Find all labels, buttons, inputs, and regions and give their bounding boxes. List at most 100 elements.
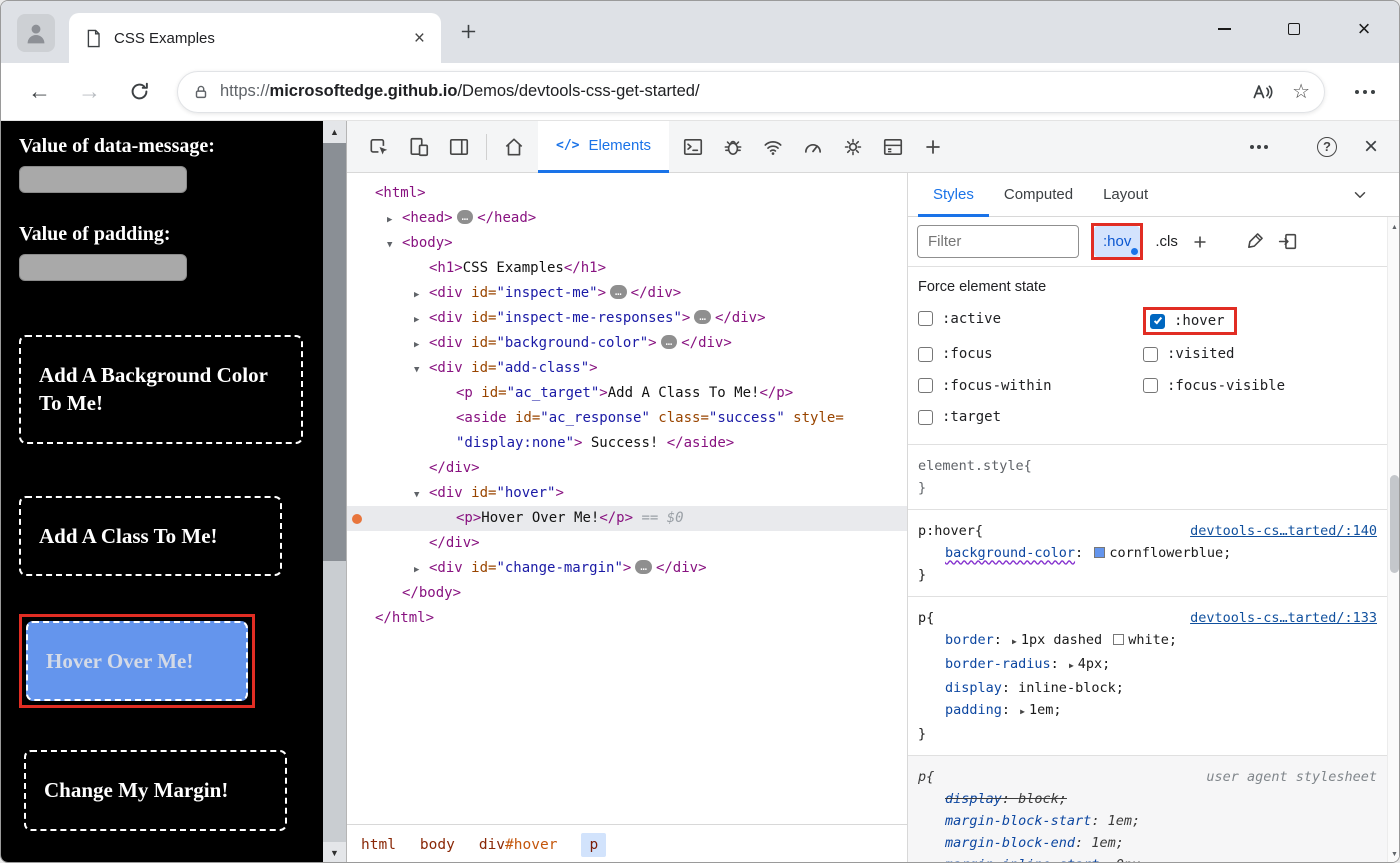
- open-styles-editor-button[interactable]: [1277, 231, 1298, 252]
- settings-button[interactable]: [833, 128, 873, 166]
- color-swatch[interactable]: [1113, 634, 1124, 645]
- inline-expand-button[interactable]: …: [457, 210, 474, 224]
- rendering-button[interactable]: [1244, 231, 1265, 252]
- expand-shorthand-icon[interactable]: ▶: [1069, 661, 1074, 670]
- console-button[interactable]: [673, 128, 713, 166]
- back-button[interactable]: ←: [28, 78, 51, 105]
- scroll-down-icon[interactable]: ▼: [323, 842, 346, 863]
- page-scrollbar[interactable]: ▲ ▼: [323, 121, 346, 863]
- scrollbar-thumb[interactable]: [1390, 475, 1399, 573]
- color-swatch[interactable]: [1094, 547, 1105, 558]
- property-value[interactable]: 1em;: [1108, 813, 1141, 829]
- expand-arrow-icon[interactable]: ▼: [414, 358, 429, 383]
- element-classes-button[interactable]: .cls: [1155, 233, 1178, 250]
- checkbox-focus-within[interactable]: [918, 378, 933, 393]
- lock-icon[interactable]: [192, 83, 210, 101]
- url-bar[interactable]: https://microsoftedge.github.io/Demos/de…: [177, 71, 1325, 113]
- rule-selector[interactable]: p: [918, 607, 926, 629]
- minimize-button[interactable]: [1189, 1, 1259, 57]
- dom-tree-node[interactable]: ▶<div id="background-color">…</div>: [347, 331, 907, 356]
- checkbox-focus[interactable]: [918, 347, 933, 362]
- scroll-up-icon[interactable]: ▲: [323, 121, 346, 143]
- network-button[interactable]: [753, 128, 793, 166]
- breadcrumb-item[interactable]: div#hover: [479, 837, 558, 853]
- new-style-rule-button[interactable]: [1190, 232, 1210, 252]
- dock-side-button[interactable]: [439, 128, 479, 166]
- hover-button[interactable]: Hover Over Me!: [26, 621, 248, 701]
- property-name[interactable]: background-color: [945, 545, 1075, 561]
- collapse-arrow-icon[interactable]: ▶: [414, 333, 429, 358]
- inspect-button[interactable]: [359, 128, 399, 166]
- browser-tab[interactable]: CSS Examples ×: [69, 13, 441, 63]
- expand-arrow-icon[interactable]: ▼: [414, 483, 429, 508]
- stylesheet-link[interactable]: devtools-cs…tarted/:140: [1182, 520, 1377, 542]
- new-tab-button[interactable]: [459, 22, 478, 41]
- property-value[interactable]: inline-block;: [1018, 680, 1124, 696]
- dom-tree-node[interactable]: ▶<head>…</head>: [347, 206, 907, 231]
- devtools-menu-button[interactable]: [1239, 128, 1279, 166]
- tab-elements[interactable]: </> Elements: [538, 121, 669, 173]
- property-name[interactable]: display: [945, 680, 1002, 696]
- property-value[interactable]: 4px;: [1078, 656, 1111, 672]
- checkbox-visited[interactable]: [1143, 347, 1158, 362]
- rule-selector[interactable]: p:hover: [918, 520, 975, 542]
- close-window-button[interactable]: ×: [1329, 1, 1399, 57]
- tab-computed[interactable]: Computed: [989, 173, 1088, 217]
- dom-tree-node[interactable]: <html>: [347, 181, 907, 206]
- property-value[interactable]: white;: [1128, 632, 1177, 648]
- property-name[interactable]: display: [945, 791, 1002, 807]
- rule-selector[interactable]: p: [918, 766, 926, 788]
- dom-tree-node[interactable]: </div>: [347, 531, 907, 556]
- debugger-button[interactable]: [713, 128, 753, 166]
- dom-tree-node[interactable]: ▼<div id="hover">: [347, 481, 907, 506]
- dom-tree-node[interactable]: ▶<div id="inspect-me">…</div>: [347, 281, 907, 306]
- css-property[interactable]: display: block;: [918, 788, 1377, 810]
- change-margin-button[interactable]: Change My Margin!: [24, 750, 287, 830]
- inline-expand-button[interactable]: …: [635, 560, 652, 574]
- property-value[interactable]: cornflowerblue;: [1109, 545, 1231, 561]
- tab-styles[interactable]: Styles: [918, 173, 989, 217]
- expand-arrow-icon[interactable]: ▼: [387, 233, 402, 258]
- performance-button[interactable]: [793, 128, 833, 166]
- browser-menu-button[interactable]: [1355, 90, 1375, 94]
- tab-close-icon[interactable]: ×: [414, 29, 425, 48]
- dom-tree-node[interactable]: <h1>CSS Examples</h1>: [347, 256, 907, 281]
- css-property[interactable]: background-color: cornflowerblue;: [918, 542, 1377, 564]
- scrollbar-thumb[interactable]: [323, 143, 346, 561]
- close-devtools-button[interactable]: ×: [1351, 128, 1391, 166]
- dom-tree-node[interactable]: </body>: [347, 581, 907, 606]
- tab-layout[interactable]: Layout: [1088, 173, 1163, 217]
- scroll-down-icon[interactable]: ▼: [1388, 846, 1400, 862]
- chevron-down-icon[interactable]: [1351, 186, 1369, 204]
- application-button[interactable]: [873, 128, 913, 166]
- expand-shorthand-icon[interactable]: ▶: [1012, 637, 1017, 646]
- property-value[interactable]: 1em;: [1091, 835, 1124, 851]
- help-button[interactable]: ?: [1307, 128, 1347, 166]
- css-property[interactable]: border: ▶1px dashed white;: [918, 629, 1377, 653]
- css-property[interactable]: margin-inline-start: 0px;: [918, 854, 1377, 863]
- checkbox-hover[interactable]: [1150, 314, 1165, 329]
- dom-tree-node[interactable]: <aside id="ac_response" class="success" …: [347, 406, 907, 431]
- styles-scrollbar[interactable]: ▲ ▼: [1387, 217, 1400, 863]
- device-emulation-button[interactable]: [399, 128, 439, 166]
- property-name[interactable]: border-radius: [945, 656, 1051, 672]
- inline-expand-button[interactable]: …: [610, 285, 627, 299]
- home-button[interactable]: [494, 128, 534, 166]
- css-property[interactable]: padding: ▶1em;: [918, 699, 1377, 723]
- stylesheet-link[interactable]: devtools-cs…tarted/:133: [1182, 607, 1377, 629]
- checkbox-target[interactable]: [918, 410, 933, 425]
- inline-expand-button[interactable]: …: [694, 310, 711, 324]
- dom-tree-node[interactable]: <p id="ac_target">Add A Class To Me!</p>: [347, 381, 907, 406]
- inline-expand-button[interactable]: …: [661, 335, 678, 349]
- collapse-arrow-icon[interactable]: ▶: [414, 308, 429, 333]
- padding-input[interactable]: [19, 254, 187, 281]
- breadcrumb-item[interactable]: html: [361, 837, 396, 853]
- css-property[interactable]: margin-block-end: 1em;: [918, 832, 1377, 854]
- checkbox-focus-visible[interactable]: [1143, 378, 1158, 393]
- property-name[interactable]: margin-block-start: [945, 813, 1091, 829]
- property-name[interactable]: padding: [945, 702, 1002, 718]
- scroll-up-icon[interactable]: ▲: [1388, 219, 1400, 235]
- dom-tree-node[interactable]: </div>: [347, 456, 907, 481]
- dom-tree-node[interactable]: </html>: [347, 606, 907, 631]
- css-property[interactable]: display: inline-block;: [918, 677, 1377, 699]
